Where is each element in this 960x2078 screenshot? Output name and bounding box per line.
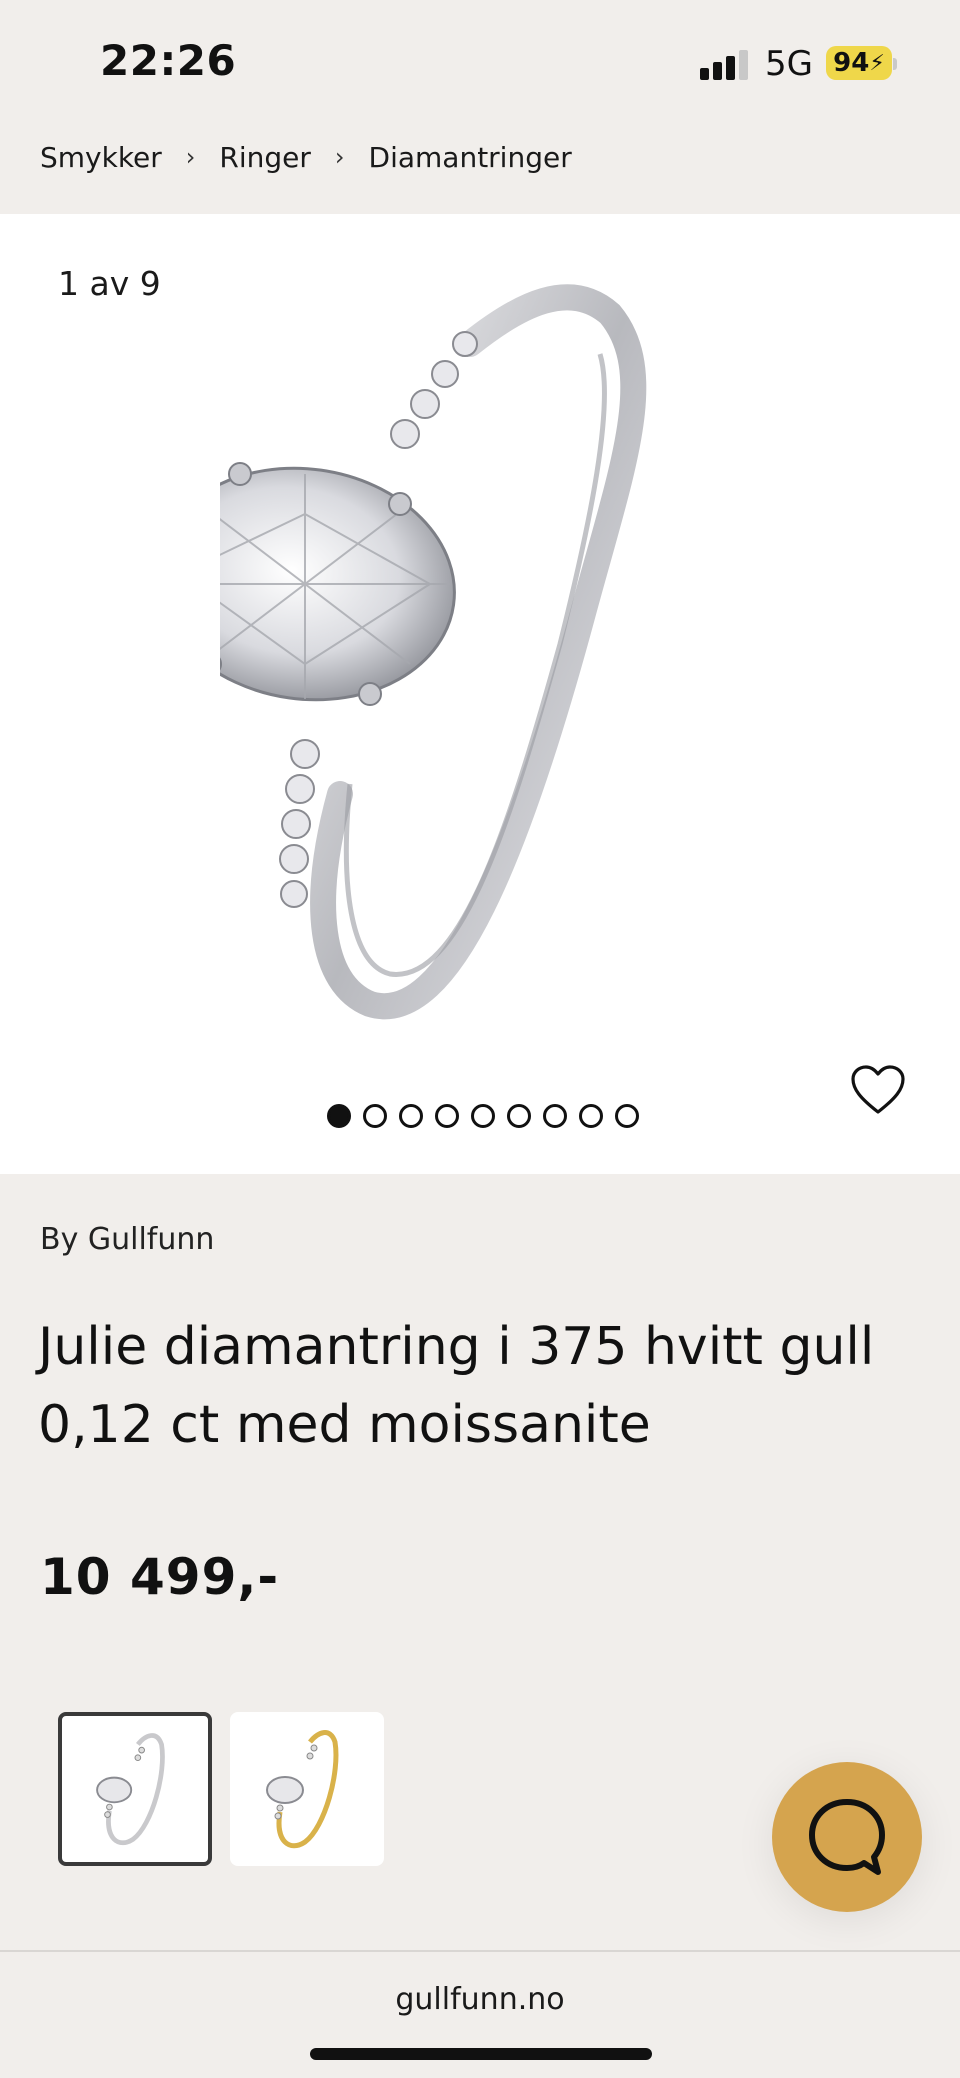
network-type: 5G [765,44,813,84]
chat-button[interactable] [772,1762,922,1912]
product-brand[interactable]: By Gullfunn [40,1222,214,1257]
carousel-dot[interactable] [471,1104,495,1128]
carousel-dot[interactable] [327,1104,351,1128]
status-time: 22:26 [100,36,237,85]
battery-icon: 94 ⚡ [826,46,892,80]
status-bar: 22:26 5G 94 ⚡ [0,0,960,120]
variant-thumbnail-yellow-gold[interactable] [230,1712,384,1866]
signal-icon [700,48,750,80]
product-title: Julie diamantring i 375 hvitt gull 0,12 … [38,1317,875,1455]
variant-thumbnail-white-gold[interactable] [58,1712,212,1866]
ring-thumbnail-image [96,1733,165,1846]
product-price: 10 499,- [40,1548,280,1606]
home-indicator[interactable] [310,2048,652,2060]
breadcrumb-ringer[interactable]: Ringer [219,141,311,174]
carousel-dot[interactable] [579,1104,603,1128]
chevron-right-icon: › [185,143,196,171]
carousel-dot[interactable] [543,1104,567,1128]
chat-icon [809,1799,885,1875]
battery-tip [893,58,897,70]
image-counter: 1 av 9 [58,264,161,303]
product-image-gallery[interactable]: 1 av 9 [0,214,960,1174]
breadcrumb-diamantringer[interactable]: Diamantringer [369,141,572,174]
breadcrumb-smykker[interactable]: Smykker [40,141,162,174]
browser-url-bar[interactable]: gullfunn.no [0,1950,960,2078]
ring-thumbnail-image [266,1730,339,1849]
carousel-dots [327,1104,639,1128]
carousel-dot[interactable] [615,1104,639,1128]
heart-icon[interactable] [850,1064,906,1116]
battery-level: 94 [833,48,870,78]
carousel-dot[interactable] [363,1104,387,1128]
carousel-dot[interactable] [507,1104,531,1128]
carousel-dot[interactable] [435,1104,459,1128]
carousel-dot[interactable] [399,1104,423,1128]
url-text[interactable]: gullfunn.no [0,1982,960,2017]
product-image [220,284,647,1020]
breadcrumb: Smykker › Ringer › Diamantringer [40,134,572,180]
chevron-right-icon: › [334,143,345,171]
